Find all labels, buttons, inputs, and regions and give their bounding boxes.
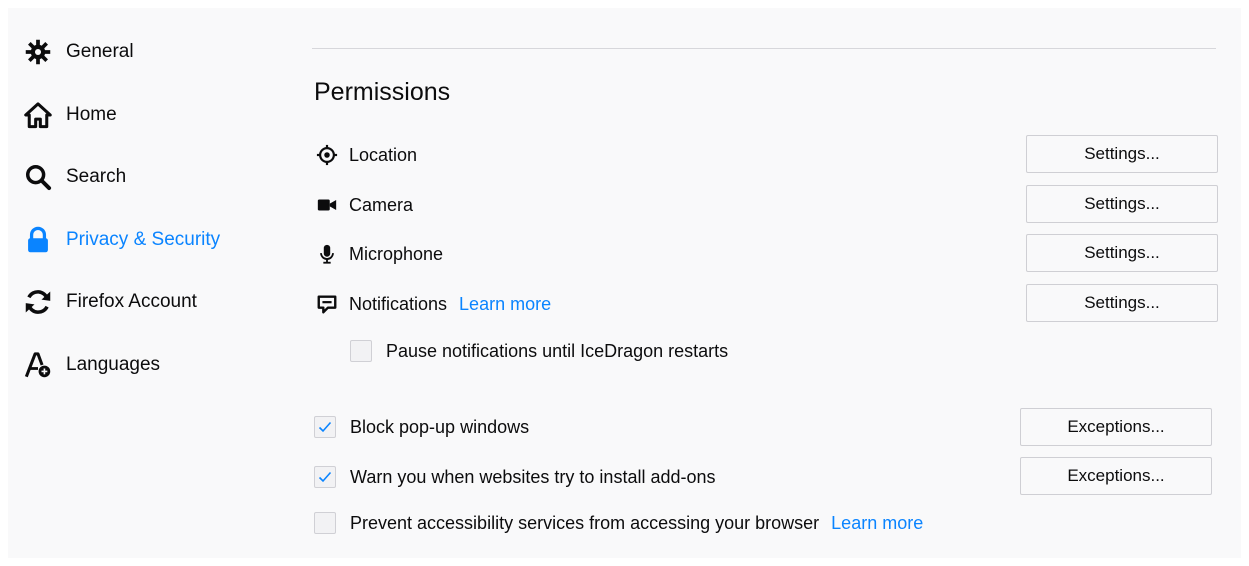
notifications-learn-more-link[interactable]: Learn more bbox=[459, 294, 551, 314]
gear-icon bbox=[22, 36, 54, 68]
sidebar-item-label: General bbox=[66, 41, 134, 62]
notification-icon bbox=[314, 291, 340, 317]
notifications-label: Notifications Learn more bbox=[349, 294, 551, 315]
permission-row-notifications: Notifications Learn more Settings... bbox=[314, 284, 1218, 324]
accessibility-learn-more-link[interactable]: Learn more bbox=[831, 513, 923, 534]
pause-notifications-row: Pause notifications until IceDragon rest… bbox=[350, 335, 728, 367]
microphone-settings-button[interactable]: Settings... bbox=[1026, 234, 1218, 272]
sidebar-item-firefox-account[interactable]: Firefox Account bbox=[22, 282, 272, 322]
sidebar-item-label: Firefox Account bbox=[66, 291, 197, 312]
search-icon bbox=[22, 161, 54, 193]
permission-row-microphone: Microphone Settings... bbox=[314, 234, 1218, 274]
microphone-icon bbox=[314, 241, 340, 267]
sidebar-item-general[interactable]: General bbox=[22, 32, 272, 72]
location-settings-button[interactable]: Settings... bbox=[1026, 135, 1218, 173]
permission-row-camera: Camera Settings... bbox=[314, 185, 1218, 225]
location-icon bbox=[314, 142, 340, 168]
sidebar-item-label: Search bbox=[66, 166, 127, 187]
microphone-label: Microphone bbox=[349, 244, 444, 264]
home-icon bbox=[22, 99, 54, 131]
language-icon bbox=[22, 349, 54, 381]
checkmark-icon bbox=[318, 471, 332, 483]
prevent-accessibility-label[interactable]: Prevent accessibility services from acce… bbox=[350, 513, 819, 534]
prevent-accessibility-row: Prevent accessibility services from acce… bbox=[314, 507, 923, 539]
sidebar-item-label: Home bbox=[66, 104, 117, 125]
section-divider bbox=[312, 48, 1216, 49]
warn-addons-exceptions-button[interactable]: Exceptions... bbox=[1020, 457, 1212, 495]
sidebar-item-home[interactable]: Home bbox=[22, 95, 272, 135]
preferences-window: General Home Search Privacy & Security F… bbox=[8, 8, 1241, 558]
location-label: Location bbox=[349, 145, 418, 165]
camera-icon bbox=[314, 192, 340, 218]
notifications-settings-button[interactable]: Settings... bbox=[1026, 284, 1218, 322]
pause-notifications-checkbox[interactable] bbox=[350, 340, 372, 362]
checkmark-icon bbox=[318, 421, 332, 433]
lock-icon bbox=[22, 224, 54, 256]
camera-settings-button[interactable]: Settings... bbox=[1026, 185, 1218, 223]
sidebar-item-label: Privacy & Security bbox=[66, 229, 221, 250]
permission-row-location: Location Settings... bbox=[314, 135, 1218, 175]
sidebar-item-label: Languages bbox=[66, 354, 161, 375]
sidebar-item-languages[interactable]: Languages bbox=[22, 345, 272, 385]
notifications-text: Notifications bbox=[349, 294, 448, 314]
sidebar-item-privacy-security[interactable]: Privacy & Security bbox=[22, 220, 272, 260]
block-popups-exceptions-button[interactable]: Exceptions... bbox=[1020, 408, 1212, 446]
warn-addons-row: Warn you when websites try to install ad… bbox=[314, 461, 716, 493]
camera-label: Camera bbox=[349, 195, 414, 215]
block-popups-row: Block pop-up windows bbox=[314, 411, 529, 443]
sync-icon bbox=[22, 286, 54, 318]
pause-notifications-label[interactable]: Pause notifications until IceDragon rest… bbox=[386, 341, 728, 362]
sidebar-item-search[interactable]: Search bbox=[22, 157, 272, 197]
prevent-accessibility-checkbox[interactable] bbox=[314, 512, 336, 534]
warn-addons-label[interactable]: Warn you when websites try to install ad… bbox=[350, 467, 716, 488]
permissions-title: Permissions bbox=[314, 78, 451, 106]
warn-addons-checkbox[interactable] bbox=[314, 466, 336, 488]
block-popups-checkbox[interactable] bbox=[314, 416, 336, 438]
block-popups-label[interactable]: Block pop-up windows bbox=[350, 417, 529, 438]
